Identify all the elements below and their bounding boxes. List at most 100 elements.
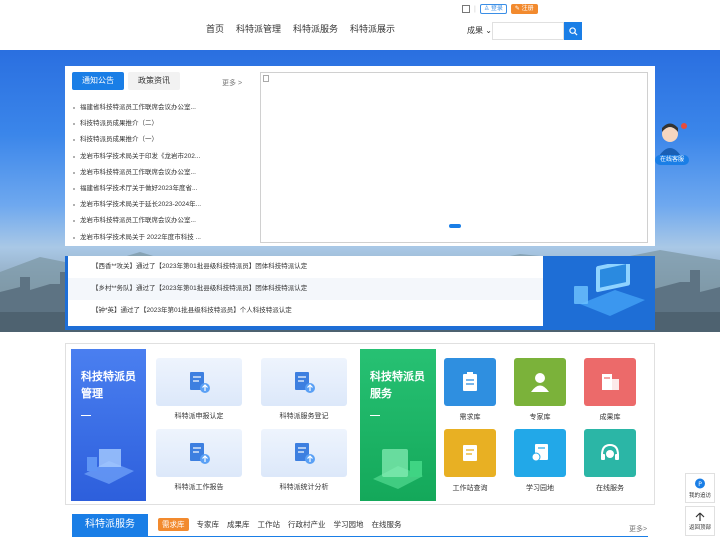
headset-icon xyxy=(601,443,619,460)
book-icon xyxy=(463,445,477,461)
header: 首页 科特派管理 科特派服务 科特派展示 | ♙ 登录 ✎ 注册 成果 ⌄ xyxy=(0,0,720,50)
service-workstation[interactable]: 工作站查询 xyxy=(444,429,496,493)
my-advice-button[interactable]: P 我的追访 xyxy=(685,473,715,503)
section-title: 科特派服务 xyxy=(72,514,148,536)
qr-code-icon[interactable] xyxy=(462,5,470,13)
tab-demand[interactable]: 需求库 xyxy=(158,518,189,531)
certificate-icon xyxy=(531,444,548,462)
notice-list: 福建省科技特派员工作联席会议办公室... 科技特派员成果推介（二） 科技特派员成… xyxy=(72,100,212,246)
login-label: 登录 xyxy=(490,6,503,12)
login-area: | ♙ 登录 ✎ 注册 xyxy=(462,4,538,14)
nav-showcase[interactable]: 科特派展示 xyxy=(350,22,395,35)
list-item[interactable]: 龙岩市科学技术局关于 2022年度市科技 ... xyxy=(72,230,212,246)
tab-results[interactable]: 成果库 xyxy=(227,519,250,530)
tile-label: 需求库 xyxy=(459,414,481,421)
section-more-link[interactable]: 更多> xyxy=(629,524,647,534)
management-title: 科技特派员管理 xyxy=(81,371,136,400)
ticker-item[interactable]: 【乡村**务队】通过了【2023年第01批县级科技特派员】团体科技特派认定 xyxy=(68,278,543,300)
title-underline xyxy=(370,415,380,416)
tab-workstation[interactable]: 工作站 xyxy=(258,519,281,530)
tile-report[interactable]: 科特派工作报告 xyxy=(156,429,242,492)
service-tabs-section: 科特派服务 需求库 专家库 成果库 工作站 行政村产业 学习园地 在线服务 更多… xyxy=(72,514,652,540)
list-item[interactable]: 科技特派员成果推介（二） xyxy=(72,116,212,132)
list-item[interactable]: 龙岩市科学技术局关于延长2023-2024年... xyxy=(72,197,212,213)
person-icon xyxy=(531,373,549,392)
search-button[interactable] xyxy=(564,22,582,40)
service-card[interactable]: 科技特派员服务 xyxy=(360,349,436,501)
list-item[interactable]: 福建省科技特派员工作联席会议办公室... xyxy=(72,100,212,116)
tile-box xyxy=(514,358,566,406)
tab-notice[interactable]: 通知公告 xyxy=(72,72,124,90)
tile-label: 学习园地 xyxy=(526,485,554,492)
service-tabs: 需求库 专家库 成果库 工作站 行政村产业 学习园地 在线服务 xyxy=(158,518,402,531)
login-button[interactable]: ♙ 登录 xyxy=(479,4,507,14)
tile-label: 科特派服务登记 xyxy=(279,413,329,420)
list-item[interactable]: 龙岩市科技特派员工作联席会议办公室... xyxy=(72,213,212,229)
my-advice-label: 我的追访 xyxy=(688,492,711,499)
list-item[interactable]: 龙岩市科学技术局关于印发《龙岩市202... xyxy=(72,149,212,165)
service-demand[interactable]: 需求库 xyxy=(444,358,496,422)
clipboard-icon xyxy=(463,372,477,391)
folder-icon xyxy=(602,374,619,390)
search-category-select[interactable]: 成果 ⌄ xyxy=(462,22,492,40)
tile-label: 在线服务 xyxy=(596,485,624,492)
divider: | xyxy=(474,5,476,13)
tile-apply[interactable]: 科特派申报认定 xyxy=(156,358,242,421)
services-section: 科技特派员管理 科特派申报认定 科特派服务登记 科特派工作报告 科特派统计分析 … xyxy=(65,343,655,505)
list-item[interactable]: 福建省科学技术厅关于做好2023年度省... xyxy=(72,181,212,197)
carousel-indicator[interactable] xyxy=(449,224,461,228)
tile-box xyxy=(261,429,347,477)
tile-statistics[interactable]: 科特派统计分析 xyxy=(261,429,347,492)
document-upload-icon xyxy=(295,443,315,464)
tile-box xyxy=(584,358,636,406)
service-title: 科技特派员服务 xyxy=(370,371,425,400)
tab-experts[interactable]: 专家库 xyxy=(197,519,220,530)
tile-box xyxy=(444,429,496,477)
document-upload-icon xyxy=(190,372,210,393)
arrow-up-icon xyxy=(695,512,705,521)
tile-label: 科特派申报认定 xyxy=(174,413,224,420)
tab-learning[interactable]: 学习园地 xyxy=(334,519,364,530)
service-learning[interactable]: 学习园地 xyxy=(514,429,566,493)
data-screen-illustration xyxy=(574,264,645,316)
service-online[interactable]: 在线服务 xyxy=(584,429,636,493)
chat-icon: P xyxy=(695,478,705,488)
tile-register[interactable]: 科特派服务登记 xyxy=(261,358,347,421)
customer-service-button[interactable]: 在线客服 xyxy=(655,155,689,165)
tile-box xyxy=(156,358,242,406)
notice-more-link[interactable]: 更多 > xyxy=(222,78,242,88)
tile-box xyxy=(156,429,242,477)
tile-label: 成果库 xyxy=(599,414,621,421)
notice-panel: 通知公告 政策资讯 更多 > 福建省科技特派员工作联席会议办公室... 科技特派… xyxy=(65,66,655,246)
tile-box xyxy=(514,429,566,477)
service-illustration xyxy=(373,449,423,489)
tile-label: 专家库 xyxy=(529,414,551,421)
nav-management[interactable]: 科特派管理 xyxy=(236,22,281,35)
tile-box xyxy=(444,358,496,406)
service-experts[interactable]: 专家库 xyxy=(514,358,566,422)
search-icon xyxy=(568,26,578,36)
tab-policy[interactable]: 政策资讯 xyxy=(128,72,180,90)
carousel-image[interactable] xyxy=(260,72,648,243)
nav-service[interactable]: 科特派服务 xyxy=(293,22,338,35)
service-results[interactable]: 成果库 xyxy=(584,358,636,422)
list-item[interactable]: 科技特派员成果推介（一） xyxy=(72,132,212,148)
search-input[interactable] xyxy=(492,22,564,40)
ticker-list: 【西香**攻关】通过了【2023年第01批县级科技特派员】团体科技特派认定 【乡… xyxy=(68,256,543,326)
register-button[interactable]: ✎ 注册 xyxy=(510,4,538,14)
title-underline xyxy=(81,415,91,416)
ticker-item[interactable]: 【钟*英】通过了【2023年第01批县级科技特派员】个人科技特派认定 xyxy=(68,300,543,322)
ticker-item[interactable]: 【西香**攻关】通过了【2023年第01批县级科技特派员】团体科技特派认定 xyxy=(68,256,543,278)
list-item[interactable]: 龙岩市科技特派员工作联席会议办公室... xyxy=(72,165,212,181)
nav-home[interactable]: 首页 xyxy=(206,22,224,35)
tile-label: 科特派统计分析 xyxy=(279,484,329,491)
tab-online-service[interactable]: 在线服务 xyxy=(372,519,402,530)
tab-village-industry[interactable]: 行政村产业 xyxy=(288,519,326,530)
announcement-ticker: 【西香**攻关】通过了【2023年第01批县级科技特派员】团体科技特派认定 【乡… xyxy=(65,256,655,330)
management-card[interactable]: 科技特派员管理 xyxy=(71,349,146,501)
back-to-top-button[interactable]: 返回顶部 xyxy=(685,506,715,536)
main-nav: 首页 科特派管理 科特派服务 科特派展示 xyxy=(206,22,395,35)
register-label: 注册 xyxy=(521,6,534,12)
management-illustration xyxy=(84,449,134,484)
svg-text:P: P xyxy=(698,481,702,488)
